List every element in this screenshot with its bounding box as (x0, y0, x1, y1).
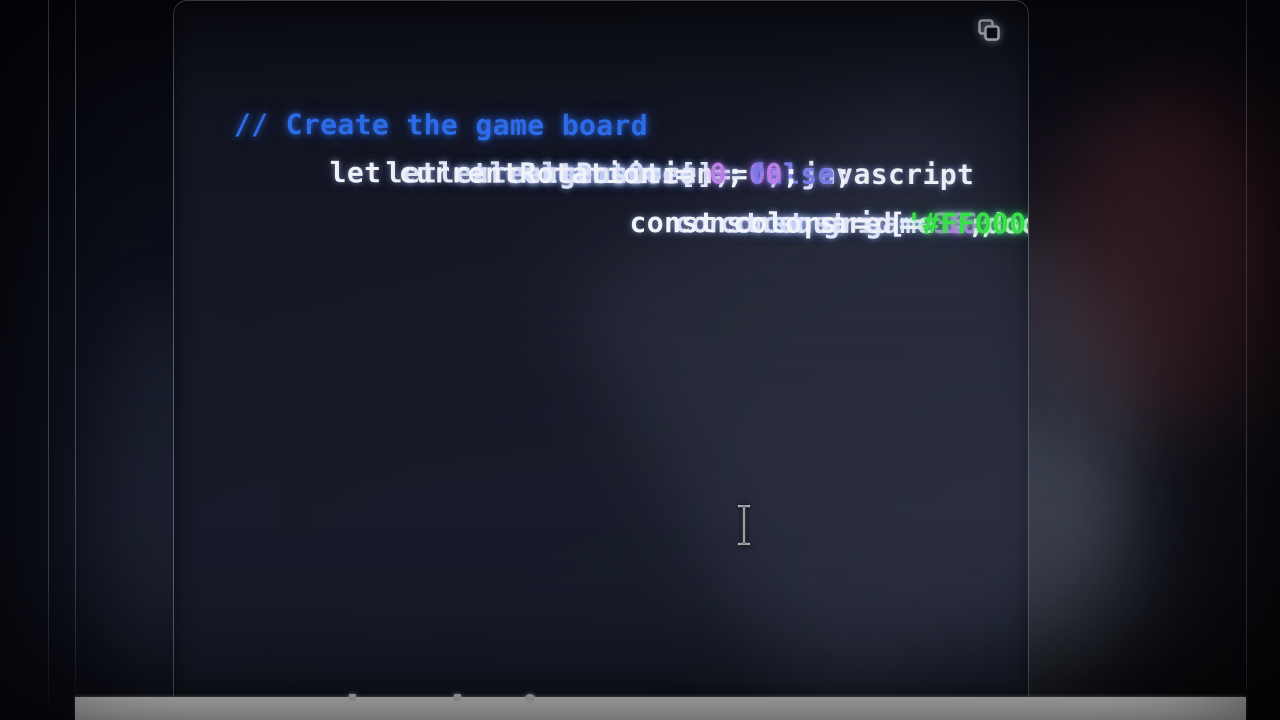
copy-icon (978, 19, 1000, 41)
code-token-num: 0 (765, 157, 783, 191)
bottom-white-bar (75, 694, 1246, 720)
code-block-panel: javascript const game = document.getEleme… (173, 0, 1029, 698)
bar-nub (525, 694, 535, 703)
text-ibeam-cursor (737, 504, 751, 546)
backdrop-seam-right (1246, 0, 1247, 690)
reflection-blob (1060, 90, 1280, 420)
code-token-plain: ; (726, 157, 744, 191)
code-token-str: '#FF0000' (905, 206, 1029, 241)
code-token-plain: ; (782, 157, 800, 191)
code-token-plain: ; (834, 157, 853, 191)
backdrop-seam-left-inner (75, 0, 76, 700)
code-line: javascript const game = document.getEleme… (234, 52, 1028, 241)
photographed-screen: javascript const game = document.getEleme… (0, 0, 1280, 720)
code-token-cmt: // Create the game board (233, 107, 649, 142)
code-token-num: 0 (709, 157, 727, 191)
bar-nub (349, 694, 356, 701)
code-line: javascript const game = document.getEleme… (174, 52, 1028, 241)
code-lines-container[interactable]: javascript const game = document.getEleme… (174, 52, 1028, 241)
copy-code-button[interactable] (972, 13, 1006, 47)
code-token-plain: const colors = [ (629, 205, 906, 240)
bar-nub (454, 694, 461, 701)
code-token-plain: let currentRotation = (329, 156, 710, 191)
backdrop-seam-left (48, 0, 49, 702)
